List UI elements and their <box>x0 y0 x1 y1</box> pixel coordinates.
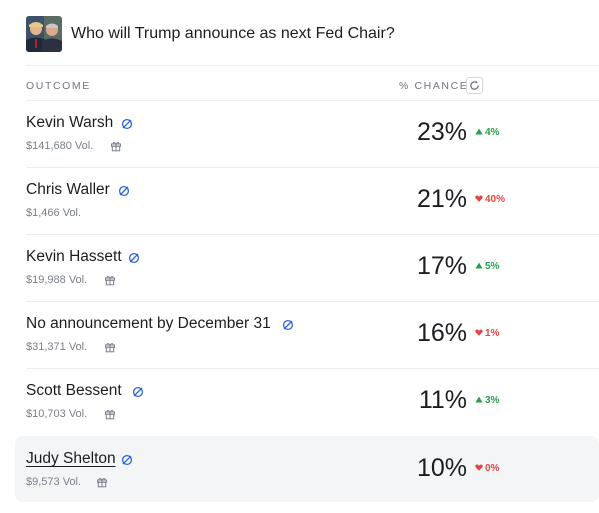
outcome-row[interactable]: Scott Bessent $10,703 Vol. 11% 3% <box>15 368 599 434</box>
chance-change: 1% <box>475 328 499 339</box>
chance-change: 0% <box>475 463 499 474</box>
gift-icon[interactable] <box>104 273 116 286</box>
verified-icon[interactable] <box>118 184 130 197</box>
gift-icon[interactable] <box>110 139 122 152</box>
outcome-volume: $9,573 Vol. <box>26 476 82 488</box>
refresh-icon[interactable] <box>466 77 483 94</box>
gift-icon[interactable] <box>96 475 108 488</box>
verified-icon[interactable] <box>121 453 133 466</box>
chance-change: 40% <box>475 194 505 205</box>
market-title: Who will Trump announce as next Fed Chai… <box>71 25 395 42</box>
market-thumbnail[interactable] <box>26 16 62 52</box>
triangle-up-icon <box>475 261 483 272</box>
outcome-column-header: OUTCOME <box>26 80 91 92</box>
heart-down-icon <box>475 194 483 205</box>
outcome-chance: 10% <box>416 454 467 482</box>
chance-change-value: 40% <box>485 194 506 205</box>
verified-icon[interactable] <box>121 117 133 130</box>
outcome-name[interactable]: Scott Bessent <box>26 382 122 400</box>
heart-down-icon <box>475 463 483 474</box>
outcome-name[interactable]: Judy Shelton <box>26 450 116 468</box>
header-divider <box>26 65 599 66</box>
outcome-name[interactable]: Kevin Hassett <box>26 248 122 266</box>
triangle-up-icon <box>475 127 483 138</box>
verified-icon[interactable] <box>132 385 144 398</box>
gift-icon[interactable] <box>104 340 116 353</box>
chance-change-value: 0% <box>485 463 500 474</box>
triangle-up-icon <box>475 395 483 406</box>
outcome-volume: $10,703 Vol. <box>26 408 88 420</box>
outcome-row[interactable]: Chris Waller $1,466 Vol. 21% 40% <box>15 167 599 233</box>
outcome-volume: $19,988 Vol. <box>26 274 88 286</box>
outcome-row[interactable]: Judy Shelton $9,573 Vol. 10% 0% <box>15 436 599 502</box>
verified-icon[interactable] <box>128 251 140 264</box>
outcome-chance: 23% <box>416 118 467 146</box>
outcome-row[interactable]: No announcement by December 31 $31,371 Vo… <box>15 301 599 367</box>
market-header: Who will Trump announce as next Fed Chai… <box>26 16 395 52</box>
outcome-name[interactable]: Chris Waller <box>26 181 110 199</box>
chance-column-header: % CHANCE <box>399 80 469 92</box>
outcome-volume: $31,371 Vol. <box>26 341 88 353</box>
chance-change-value: 4% <box>485 127 500 138</box>
chance-change-value: 5% <box>485 261 500 272</box>
outcome-name[interactable]: No announcement by December 31 <box>26 315 271 333</box>
verified-icon[interactable] <box>282 318 294 331</box>
outcome-volume: $1,466 Vol. <box>26 207 82 219</box>
outcome-chance: 16% <box>416 319 467 347</box>
chance-change: 4% <box>475 127 499 138</box>
heart-down-icon <box>475 328 483 339</box>
outcome-chance: 21% <box>416 185 467 213</box>
outcome-volume: $141,680 Vol. <box>26 140 94 152</box>
outcome-chance: 11% <box>418 386 467 414</box>
outcome-row[interactable]: Kevin Hassett $19,988 Vol. 17% 5% <box>15 234 599 300</box>
gift-icon[interactable] <box>104 407 116 420</box>
outcome-row[interactable]: Kevin Warsh $141,680 Vol. 23% 4% <box>15 100 599 166</box>
outcome-name[interactable]: Kevin Warsh <box>26 114 113 132</box>
chance-change: 5% <box>475 261 499 272</box>
outcome-chance: 17% <box>416 252 467 280</box>
chance-change: 3% <box>475 395 499 406</box>
chance-change-value: 1% <box>485 328 500 339</box>
chance-change-value: 3% <box>485 395 500 406</box>
